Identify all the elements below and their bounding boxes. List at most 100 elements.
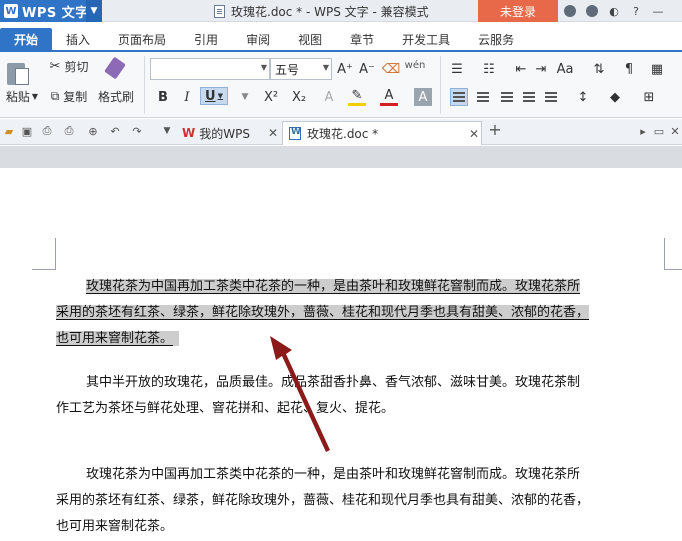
change-case-icon[interactable]: Aa (556, 60, 574, 78)
help-icon[interactable]: ? (628, 3, 644, 19)
chevron-down-icon: ▼ (260, 63, 267, 72)
feedback-icon[interactable]: ◐ (606, 3, 622, 19)
divider (440, 56, 441, 114)
annotation-arrow (270, 336, 330, 452)
paste-button[interactable]: 粘贴 ▼ (2, 88, 42, 104)
align-center-icon[interactable] (474, 88, 492, 106)
phonetic-guide-icon[interactable]: wén (405, 56, 426, 74)
restore-icon[interactable]: ▭ (652, 124, 666, 138)
customize-qat-icon[interactable]: ▼ (160, 124, 174, 138)
wps-logo-icon: W (4, 4, 18, 18)
copy-button[interactable]: ⧉ 复制 (44, 87, 94, 105)
tab-developer[interactable]: 开发工具 (388, 28, 464, 50)
cut-label: 剪切 (64, 59, 89, 74)
new-tab-button[interactable]: + (488, 120, 502, 139)
titlebar-icons: ◐ ? — (562, 3, 666, 19)
format-painter-button[interactable]: 格式刷 (94, 87, 138, 105)
chevron-down-icon[interactable]: ▼ (86, 0, 102, 22)
workspace-background (0, 146, 682, 168)
align-left-icon[interactable] (450, 88, 468, 106)
bullet-list-icon[interactable]: ☰ (448, 60, 466, 78)
tab-home[interactable]: 开始 (0, 28, 53, 50)
underline-button[interactable]: U ▼ (200, 87, 228, 105)
quick-access-bar: ▰ ▣ ⎙ ⎙ ⊕ ↶ ↷ ▼ W 我的WPS ✕ 玫瑰花.doc * ✕ + … (0, 119, 682, 145)
window-title: 玫瑰花.doc * - WPS 文字 - 兼容模式 (214, 3, 429, 20)
italic-button[interactable]: I (178, 88, 196, 106)
chevron-down-icon: ▼ (322, 63, 329, 72)
chevron-down-icon[interactable]: ▼ (236, 88, 254, 106)
wps-logo-icon: W (182, 126, 196, 140)
underline-label: U (205, 88, 216, 104)
clear-format-icon[interactable]: ⌫ (382, 60, 400, 78)
title-bar: W WPS 文字 ▼ 玫瑰花.doc * - WPS 文字 - 兼容模式 未登录… (0, 0, 682, 22)
tab-review[interactable]: 审阅 (232, 28, 284, 50)
export-pdf-icon[interactable]: ⎙ (40, 124, 54, 138)
font-name-select[interactable]: ▼ (150, 58, 270, 80)
tab-page-layout[interactable]: 页面布局 (104, 28, 180, 50)
tab-my-wps[interactable]: W 我的WPS ✕ (182, 121, 282, 145)
print-icon[interactable]: ⎙ (62, 124, 76, 138)
settings-icon[interactable] (584, 3, 600, 19)
menu-tabs: 开始 插入 页面布局 引用 审阅 视图 章节 开发工具 云服务 (0, 28, 682, 50)
text-effect-icon[interactable]: A (320, 88, 338, 106)
show-marks-icon[interactable]: ¶ (620, 60, 638, 78)
scissors-icon: ✂ (49, 58, 61, 74)
save-icon[interactable]: ▣ (20, 124, 34, 138)
close-icon[interactable]: ✕ (469, 127, 479, 141)
border-icon[interactable]: ⊞ (640, 88, 658, 106)
undo-icon[interactable]: ↶ (108, 124, 122, 138)
shading-icon[interactable]: ◆ (606, 88, 624, 106)
paste-icon[interactable] (7, 60, 29, 86)
distributed-icon[interactable] (542, 88, 560, 106)
divider (144, 56, 145, 114)
font-size-value: 五号 (275, 62, 300, 77)
align-right-icon[interactable] (498, 88, 516, 106)
bold-button[interactable]: B (154, 88, 172, 106)
justify-icon[interactable] (520, 88, 538, 106)
superscript-button[interactable]: X² (262, 88, 280, 106)
tab-close-icon[interactable]: ✕ (668, 124, 682, 138)
tab-references[interactable]: 引用 (180, 28, 232, 50)
document-icon (214, 5, 225, 18)
tab-document[interactable]: 玫瑰花.doc * ✕ (282, 121, 482, 145)
copy-icon: ⧉ (50, 88, 60, 103)
document-page[interactable]: 玫瑰花茶为中国再加工茶类中花茶的一种，是由茶叶和玫瑰鲜花窨制而成。玫瑰花茶所 采… (0, 168, 682, 541)
skin-icon[interactable] (562, 3, 578, 19)
paste-label: 粘贴 (5, 89, 30, 104)
tab-document-label: 玫瑰花.doc * (307, 127, 379, 141)
tab-cloud[interactable]: 云服务 (464, 28, 528, 50)
font-color-icon[interactable]: A (380, 88, 398, 106)
fullscreen-icon[interactable]: ▸ (636, 124, 650, 138)
close-icon[interactable]: ✕ (268, 126, 278, 140)
highlight-icon[interactable]: ✎ (348, 88, 366, 106)
font-size-select[interactable]: 五号 ▼ (270, 58, 332, 80)
tab-view[interactable]: 视图 (284, 28, 336, 50)
arrow-shape (270, 336, 330, 452)
subscript-button[interactable]: X₂ (290, 88, 308, 106)
increase-indent-icon[interactable]: ⇥ (532, 60, 550, 78)
open-icon[interactable]: ▰ (2, 124, 16, 138)
character-shading-icon[interactable]: A (414, 88, 432, 106)
cut-button[interactable]: ✂ 剪切 (44, 57, 94, 75)
app-name: WPS 文字 (22, 5, 89, 21)
table-icon[interactable]: ▦ (648, 60, 666, 78)
decrease-indent-icon[interactable]: ⇤ (512, 60, 530, 78)
tab-insert[interactable]: 插入 (52, 28, 104, 50)
ribbon: 粘贴 ▼ ✂ 剪切 ⧉ 复制 格式刷 ▼ 五号 ▼ A⁺ A⁻ ⌫ wén B I… (0, 52, 682, 118)
redo-icon[interactable]: ↷ (130, 124, 144, 138)
copy-label: 复制 (63, 89, 88, 104)
tab-my-wps-label: 我的WPS (199, 126, 250, 141)
minimize-icon[interactable]: — (650, 3, 666, 19)
login-button[interactable]: 未登录 (478, 0, 558, 22)
app-menu-button[interactable]: W WPS 文字 ▼ (0, 0, 102, 22)
numbered-list-icon[interactable]: ☷ (480, 60, 498, 78)
format-painter-icon[interactable] (100, 56, 130, 80)
print-preview-icon[interactable]: ⊕ (86, 124, 100, 138)
document-icon (289, 127, 301, 140)
line-spacing-icon[interactable]: ↕ (574, 88, 592, 106)
sort-icon[interactable]: ⇅ (590, 60, 608, 78)
shrink-font-icon[interactable]: A⁻ (358, 60, 376, 78)
grow-font-icon[interactable]: A⁺ (336, 60, 354, 78)
tab-chapter[interactable]: 章节 (336, 28, 388, 50)
window-title-text: 玫瑰花.doc * - WPS 文字 - 兼容模式 (231, 5, 429, 19)
